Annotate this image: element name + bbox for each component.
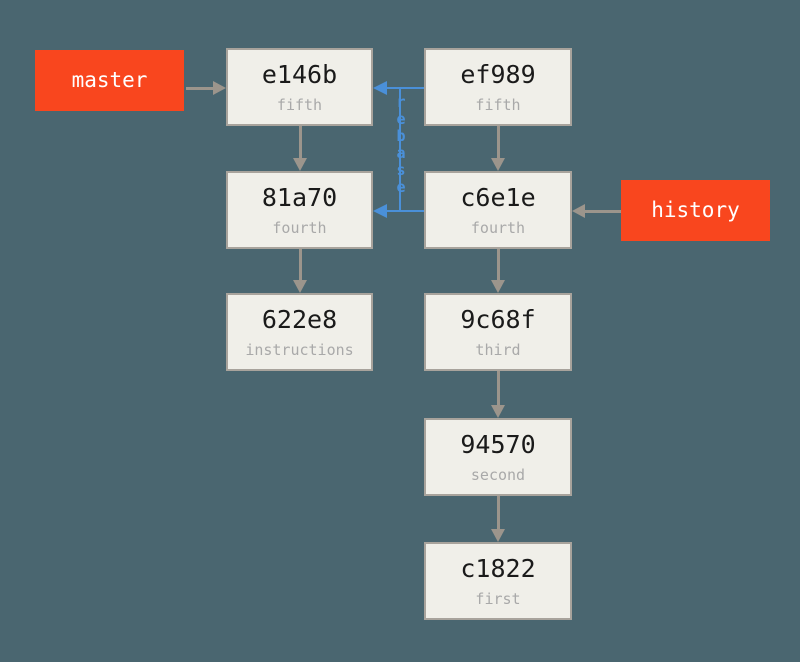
commit-sha: c1822 bbox=[460, 553, 536, 583]
arrow-e146b-to-81a70 bbox=[286, 126, 314, 171]
commit-message: fifth bbox=[475, 95, 521, 114]
commit-node-622e8: 622e8 instructions bbox=[226, 293, 373, 371]
commit-message: third bbox=[475, 340, 521, 359]
commit-node-c6e1e: c6e1e fourth bbox=[424, 171, 572, 249]
ref-label-master-text: master bbox=[71, 68, 148, 92]
commit-message: first bbox=[475, 589, 521, 608]
commit-node-9c68f: 9c68f third bbox=[424, 293, 572, 371]
commit-node-81a70: 81a70 fourth bbox=[226, 171, 373, 249]
commit-sha: 81a70 bbox=[261, 182, 338, 212]
arrow-94570-to-c1822 bbox=[484, 496, 512, 542]
rebase-letter-e1: e bbox=[396, 110, 406, 128]
commit-message: fifth bbox=[276, 95, 323, 114]
arrow-ef989-to-c6e1e bbox=[484, 126, 512, 171]
rebase-letter-r: r bbox=[396, 93, 406, 111]
ref-label-history: history bbox=[621, 180, 770, 241]
commit-message: second bbox=[470, 465, 526, 484]
commit-sha: c6e1e bbox=[460, 182, 536, 212]
arrow-master-to-e146b bbox=[186, 73, 226, 103]
rebase-letter-e2: e bbox=[396, 178, 406, 196]
rebase-label: r e b a s e bbox=[393, 94, 409, 196]
commit-sha: 94570 bbox=[460, 429, 536, 459]
commit-node-ef989: ef989 fifth bbox=[424, 48, 572, 126]
commit-sha: e146b bbox=[261, 59, 338, 89]
rebase-letter-b: b bbox=[396, 127, 406, 145]
commit-node-94570: 94570 second bbox=[424, 418, 572, 496]
rebase-letter-s: s bbox=[396, 161, 406, 179]
commit-message: instructions bbox=[245, 340, 354, 359]
diagram-canvas: master history e146b fifth 81a70 fourth … bbox=[0, 0, 800, 662]
rebase-letter-a: a bbox=[396, 144, 406, 162]
arrow-history-to-c6e1e bbox=[572, 196, 621, 226]
arrow-9c68f-to-94570 bbox=[484, 371, 512, 418]
commit-message: fourth bbox=[272, 218, 327, 237]
ref-label-master: master bbox=[35, 50, 184, 111]
commit-node-e146b: e146b fifth bbox=[226, 48, 373, 126]
arrow-81a70-to-622e8 bbox=[286, 249, 314, 293]
commit-message: fourth bbox=[470, 218, 526, 237]
arrow-c6e1e-to-9c68f bbox=[484, 249, 512, 293]
commit-sha: 9c68f bbox=[460, 304, 536, 334]
ref-label-history-text: history bbox=[651, 198, 740, 222]
commit-sha: 622e8 bbox=[261, 304, 338, 334]
commit-sha: ef989 bbox=[460, 59, 536, 89]
commit-node-c1822: c1822 first bbox=[424, 542, 572, 620]
